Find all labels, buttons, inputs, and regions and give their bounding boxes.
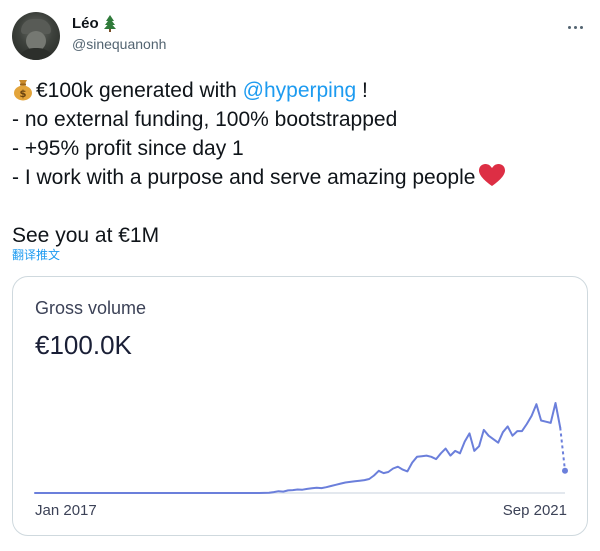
gross-volume-chart: [34, 402, 568, 494]
christmas-tree-icon: [104, 15, 116, 32]
tweet-line-4-text: - I work with a purpose and serve amazin…: [12, 166, 476, 189]
money-bag-icon: $: [14, 80, 32, 101]
user-name[interactable]: Léo: [72, 14, 99, 34]
svg-text:$: $: [20, 89, 27, 100]
x-axis-end-label: Sep 2021: [502, 502, 567, 519]
gross-volume-card[interactable]: Gross volume €100.0K Jan 2017 Sep 2021: [12, 276, 588, 536]
avatar-shoulders-shape: [16, 48, 56, 60]
x-axis-start-label: Jan 2017: [35, 502, 97, 519]
red-heart-icon: [479, 164, 506, 186]
avatar[interactable]: [12, 12, 60, 60]
tweet-line-2: - no external funding, 100% bootstrapped: [12, 108, 398, 131]
tweet-line-4: - I work with a purpose and serve amazin…: [12, 163, 588, 192]
user-handle[interactable]: @sinequanonh: [72, 34, 166, 54]
translate-tweet-link[interactable]: 翻译推文: [12, 247, 60, 263]
mention-link[interactable]: @hyperping: [243, 79, 357, 102]
tweet-line-1-end: !: [356, 79, 368, 102]
tweet-line-6: See you at €1M: [12, 224, 160, 247]
tweet-line-1: $ €100k generated with @hyperping !: [12, 76, 588, 105]
tweet: Léo @sinequanonh $ €100k generated with …: [0, 0, 600, 551]
tweet-line-3: - +95% profit since day 1: [12, 137, 244, 160]
tweet-text: $ €100k generated with @hyperping ! - no…: [12, 76, 588, 250]
tweet-line-1-text: €100k generated with: [36, 79, 243, 102]
chart-series-line: [34, 402, 562, 494]
chart-series-end-point: [562, 467, 568, 474]
more-horizontal-icon[interactable]: [564, 16, 586, 38]
chart-series-line-projection: [559, 427, 566, 471]
